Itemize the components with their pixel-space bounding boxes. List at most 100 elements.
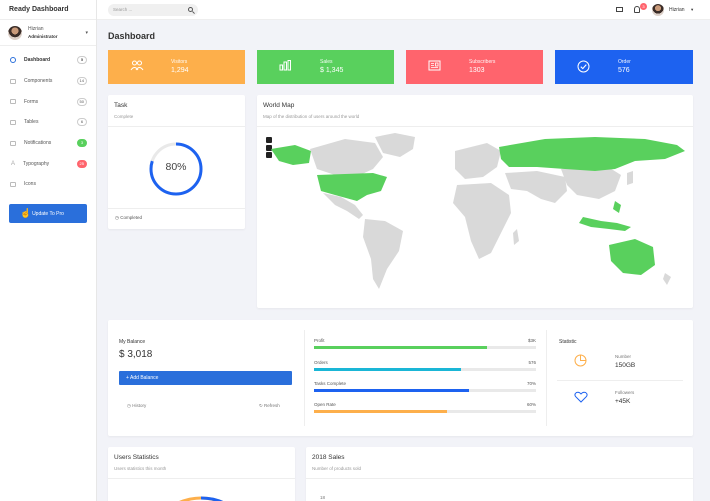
mail-icon[interactable]	[616, 7, 623, 12]
heart-icon	[574, 391, 588, 403]
stat-value: 1,294	[171, 67, 189, 74]
stat-label: Subscribers	[469, 59, 496, 65]
map-region[interactable]	[663, 273, 671, 285]
sidebar-item-icons[interactable]: Icons	[0, 174, 96, 195]
progress-row-tasks-complete: Tasks Complete 70%	[314, 381, 536, 392]
topbar: Search ... 3 Hizrian ▾	[97, 0, 710, 20]
card-title: Users Statistics	[114, 454, 159, 461]
axis-tick-label: 18	[320, 495, 326, 500]
task-footer: ◷ Completed	[115, 215, 142, 221]
notification-badge: 3	[640, 3, 647, 10]
progress-fill	[314, 410, 448, 413]
sidebar-item-notifications[interactable]: Notifications 3	[0, 133, 96, 154]
statistic-value: +45K	[615, 398, 631, 405]
add-balance-button[interactable]: + Add Balance	[119, 371, 292, 385]
progress-value: 576	[528, 360, 536, 365]
progress-row-profit: Profit $3K	[314, 338, 536, 349]
map-region-japan[interactable]	[627, 171, 633, 185]
refresh-link[interactable]: ↻ Refresh	[259, 403, 280, 409]
stat-card-visitors[interactable]: Visitors 1,294	[108, 50, 245, 84]
user-name: Hizrian	[28, 25, 44, 32]
history-icon: ◷	[127, 403, 131, 408]
count-badge: 5	[77, 56, 87, 65]
sidebar-item-tables[interactable]: Tables 6	[0, 112, 96, 133]
user-menu[interactable]: Hizrian	[669, 7, 685, 13]
stat-card-order[interactable]: Order 576	[555, 50, 693, 84]
map-region-south-america[interactable]	[363, 219, 403, 289]
stat-value: 1303	[469, 67, 485, 74]
search-input[interactable]: Search ...	[108, 4, 198, 16]
divider	[546, 330, 547, 426]
components-icon	[10, 78, 16, 84]
stat-label: Order	[618, 59, 631, 65]
users-icon	[130, 60, 144, 71]
brand-logo[interactable]: Ready Dashboard	[0, 0, 96, 20]
map-region-asia[interactable]	[505, 171, 567, 203]
progress-value: 60%	[526, 402, 536, 407]
progress-bar	[314, 389, 536, 392]
map-region-canada[interactable]	[310, 139, 383, 175]
stat-card-sales[interactable]: Sales $ 1,345	[257, 50, 394, 84]
stat-label: Sales	[320, 59, 333, 65]
sidebar-item-components[interactable]: Components 14	[0, 71, 96, 92]
progress-label: Profit	[314, 338, 325, 343]
sidebar-item-label: Notifications	[24, 140, 52, 147]
balance-value: $ 3,018	[119, 349, 153, 360]
history-link[interactable]: ◷ History	[127, 403, 146, 409]
progress-bar	[314, 368, 536, 371]
sidebar-item-label: Tables	[24, 119, 39, 126]
tables-icon	[10, 119, 16, 125]
forms-icon	[10, 99, 16, 105]
progress-label: Tasks Complete	[314, 381, 347, 386]
card-subtitle: Users statistics this month	[114, 466, 167, 471]
map-region[interactable]	[513, 229, 519, 245]
card-title: Task	[114, 102, 128, 109]
user-profile[interactable]: Hizrian Administrator ▾	[0, 20, 96, 46]
divider	[557, 380, 683, 381]
count-badge: 25	[76, 159, 87, 168]
divider	[306, 478, 693, 479]
divider	[257, 126, 693, 127]
card-subtitle: Number of products sold	[312, 466, 362, 471]
sidebar-item-typography[interactable]: A Typography 25	[0, 153, 96, 174]
count-badge: 6	[77, 118, 87, 127]
task-footer-label: Completed	[120, 215, 142, 220]
user-role: Administrator	[28, 33, 58, 39]
clock-icon: ◷	[115, 215, 119, 220]
task-card: Task Complete 80% ◷ Completed	[108, 95, 245, 229]
card-subtitle: Map of the distribution of users around …	[263, 114, 360, 119]
search-icon[interactable]	[188, 7, 193, 12]
sidebar-item-forms[interactable]: Forms 50	[0, 91, 96, 112]
card-title: World Map	[263, 102, 295, 109]
chevron-down-icon[interactable]: ▾	[85, 30, 88, 36]
stat-card-subscribers[interactable]: Subscribers 1303	[406, 50, 543, 84]
map-region-europe[interactable]	[455, 143, 501, 179]
page-title: Dashboard	[108, 31, 156, 41]
progress-value: $3K	[527, 338, 536, 343]
statistic-label: Number	[615, 354, 632, 359]
pie-chart-icon	[574, 354, 587, 367]
sidebar-item-label: Dashboard	[24, 57, 51, 64]
divider	[108, 126, 245, 127]
progress-bar	[314, 410, 536, 413]
avatar[interactable]	[652, 4, 664, 16]
sidebar-item-dashboard[interactable]: Dashboard 5	[0, 50, 96, 71]
map-region-philippines[interactable]	[613, 201, 621, 213]
typography-icon: A	[10, 160, 15, 167]
map-region-australia[interactable]	[609, 239, 655, 275]
map-region-africa[interactable]	[453, 183, 511, 259]
dashboard-icon	[10, 57, 16, 64]
hand-pointer-icon: ☝	[20, 208, 32, 218]
map-region-russia[interactable]	[499, 137, 685, 171]
sales-2018-card: 2018 Sales Number of products sold 18	[306, 447, 693, 501]
progress-row-open-rate: Open Rate 60%	[314, 402, 536, 413]
chevron-down-icon[interactable]: ▾	[691, 7, 693, 13]
sidebar-item-label: Typography	[23, 160, 50, 167]
world-map[interactable]	[265, 129, 690, 299]
map-region-alaska[interactable]	[271, 145, 311, 165]
map-region[interactable]	[375, 133, 415, 157]
map-region-indonesia[interactable]	[579, 217, 631, 231]
history-label: History	[132, 403, 147, 408]
progress-value: 70%	[526, 381, 536, 386]
bar-chart-icon	[279, 60, 291, 71]
